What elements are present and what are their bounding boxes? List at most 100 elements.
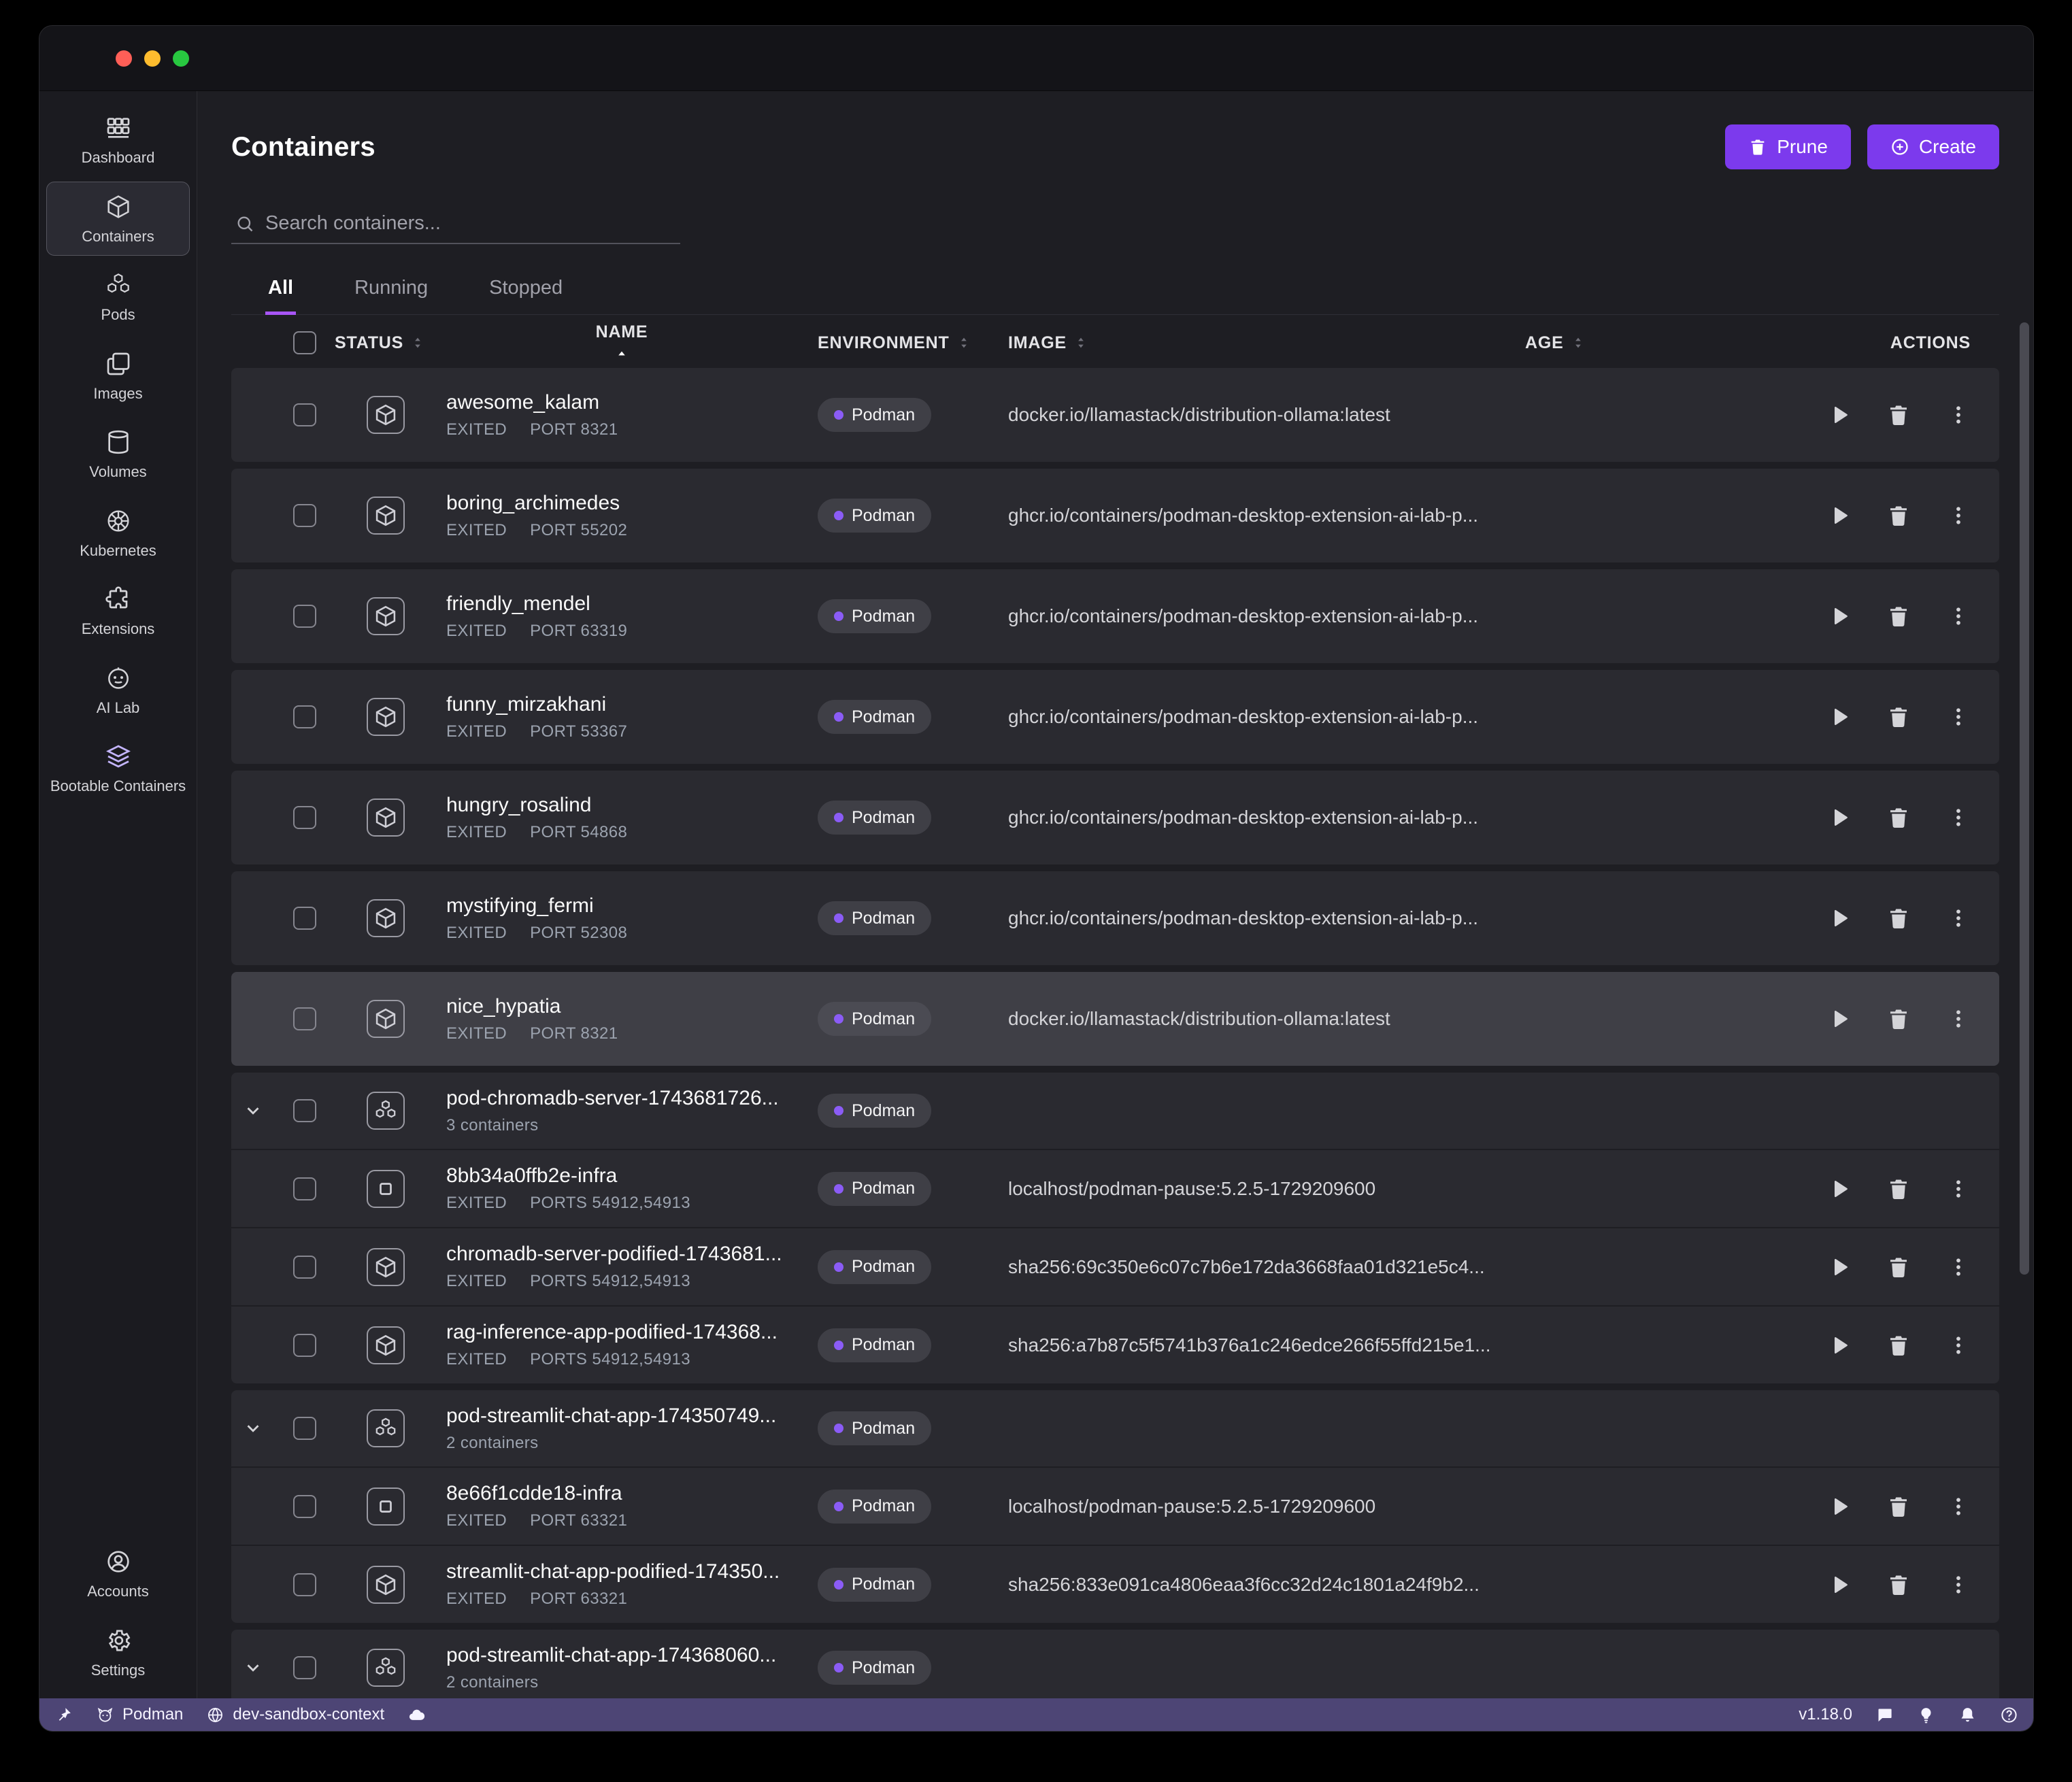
row-checkbox[interactable] xyxy=(293,705,316,728)
sidebar-item-ai-lab[interactable]: AI Lab xyxy=(46,653,190,728)
container-row[interactable]: nice_hypatiaEXITEDPORT 8321Podmandocker.… xyxy=(231,972,1999,1066)
column-status[interactable]: STATUS xyxy=(335,333,437,353)
zoom-window-button[interactable] xyxy=(173,50,189,67)
more-options-button[interactable] xyxy=(1946,604,1971,628)
sidebar-item-containers[interactable]: Containers xyxy=(46,182,190,256)
play-button[interactable] xyxy=(1826,1177,1851,1201)
delete-button[interactable] xyxy=(1886,1007,1911,1031)
more-options-button[interactable] xyxy=(1946,705,1971,729)
minimize-window-button[interactable] xyxy=(144,50,161,67)
row-name[interactable]: awesome_kalam xyxy=(446,391,797,414)
row-name[interactable]: funny_mirzakhani xyxy=(446,693,797,716)
more-options-button[interactable] xyxy=(1946,1333,1971,1358)
container-row[interactable]: streamlit-chat-app-podified-174350...EXI… xyxy=(231,1545,1999,1623)
row-checkbox[interactable] xyxy=(293,605,316,628)
play-button[interactable] xyxy=(1826,1494,1851,1519)
play-button[interactable] xyxy=(1826,403,1851,427)
row-name[interactable]: rag-inference-app-podified-174368... xyxy=(446,1321,797,1344)
pod-row[interactable]: pod-chromadb-server-1743681726...3 conta… xyxy=(231,1073,1999,1149)
kube-context[interactable]: dev-sandbox-context xyxy=(206,1705,384,1724)
more-options-button[interactable] xyxy=(1946,503,1971,528)
row-name[interactable]: pod-streamlit-chat-app-174350749... xyxy=(446,1405,797,1428)
delete-button[interactable] xyxy=(1886,604,1911,628)
row-name[interactable]: streamlit-chat-app-podified-174350... xyxy=(446,1560,797,1583)
close-window-button[interactable] xyxy=(116,50,132,67)
container-row[interactable]: boring_archimedesEXITEDPORT 55202Podmang… xyxy=(231,469,1999,562)
play-button[interactable] xyxy=(1826,705,1851,729)
delete-button[interactable] xyxy=(1886,403,1911,427)
sidebar-item-volumes[interactable]: Volumes xyxy=(46,417,190,492)
row-name[interactable]: boring_archimedes xyxy=(446,492,797,515)
row-checkbox[interactable] xyxy=(293,1334,316,1357)
ideas-icon[interactable] xyxy=(1917,1706,1935,1724)
row-name[interactable]: friendly_mendel xyxy=(446,592,797,616)
sidebar-item-settings[interactable]: Settings xyxy=(46,1615,190,1690)
chevron-down-icon[interactable] xyxy=(243,1418,263,1439)
row-checkbox[interactable] xyxy=(293,1177,316,1200)
play-button[interactable] xyxy=(1826,1255,1851,1279)
scrollbar-thumb[interactable] xyxy=(2020,322,2029,1275)
more-options-button[interactable] xyxy=(1946,1494,1971,1519)
delete-button[interactable] xyxy=(1886,1333,1911,1358)
select-all-checkbox[interactable] xyxy=(293,331,316,354)
row-checkbox[interactable] xyxy=(293,1417,316,1440)
row-checkbox[interactable] xyxy=(293,1656,316,1679)
provider-status[interactable]: Podman xyxy=(96,1705,183,1724)
row-name[interactable]: nice_hypatia xyxy=(446,995,797,1018)
container-row[interactable]: awesome_kalamEXITEDPORT 8321Podmandocker… xyxy=(231,368,1999,462)
row-name[interactable]: pod-streamlit-chat-app-174368060... xyxy=(446,1644,797,1667)
row-name[interactable]: 8bb34a0ffb2e-infra xyxy=(446,1164,797,1188)
delete-button[interactable] xyxy=(1886,805,1911,830)
help-icon[interactable] xyxy=(2000,1706,2018,1724)
row-checkbox[interactable] xyxy=(293,1495,316,1518)
play-button[interactable] xyxy=(1826,1573,1851,1597)
sidebar-item-bootable-containers[interactable]: Bootable Containers xyxy=(46,731,190,806)
notifications-icon[interactable] xyxy=(1958,1706,1977,1724)
row-checkbox[interactable] xyxy=(293,403,316,426)
tab-stopped[interactable]: Stopped xyxy=(486,269,565,314)
row-name[interactable]: chromadb-server-podified-1743681... xyxy=(446,1243,797,1266)
container-row[interactable]: hungry_rosalindEXITEDPORT 54868Podmanghc… xyxy=(231,771,1999,864)
container-row[interactable]: funny_mirzakhaniEXITEDPORT 53367Podmangh… xyxy=(231,670,1999,764)
row-checkbox[interactable] xyxy=(293,806,316,829)
column-environment[interactable]: ENVIRONMENT xyxy=(818,333,1008,353)
sidebar-item-accounts[interactable]: Accounts xyxy=(46,1536,190,1611)
row-name[interactable]: hungry_rosalind xyxy=(446,794,797,817)
delete-button[interactable] xyxy=(1886,906,1911,930)
pod-row[interactable]: pod-streamlit-chat-app-174350749...2 con… xyxy=(231,1390,1999,1466)
container-row[interactable]: 8e66f1cdde18-infraEXITEDPORT 63321Podman… xyxy=(231,1466,1999,1545)
row-checkbox[interactable] xyxy=(293,1573,316,1596)
delete-button[interactable] xyxy=(1886,705,1911,729)
pin-icon[interactable] xyxy=(54,1706,73,1724)
column-name[interactable]: NAME xyxy=(437,322,818,363)
chevron-down-icon[interactable] xyxy=(243,1100,263,1121)
more-options-button[interactable] xyxy=(1946,403,1971,427)
play-button[interactable] xyxy=(1826,604,1851,628)
more-options-button[interactable] xyxy=(1946,1255,1971,1279)
cloud-icon[interactable] xyxy=(407,1706,426,1724)
sidebar-item-pods[interactable]: Pods xyxy=(46,260,190,335)
container-row[interactable]: rag-inference-app-podified-174368...EXIT… xyxy=(231,1305,1999,1383)
row-checkbox[interactable] xyxy=(293,1256,316,1279)
delete-button[interactable] xyxy=(1886,1494,1911,1519)
play-button[interactable] xyxy=(1826,805,1851,830)
create-button[interactable]: Create xyxy=(1867,124,1999,169)
row-name[interactable]: mystifying_fermi xyxy=(446,894,797,918)
more-options-button[interactable] xyxy=(1946,1573,1971,1597)
feedback-icon[interactable] xyxy=(1875,1706,1894,1724)
play-button[interactable] xyxy=(1826,503,1851,528)
delete-button[interactable] xyxy=(1886,1573,1911,1597)
container-row[interactable]: 8bb34a0ffb2e-infraEXITEDPORTS 54912,5491… xyxy=(231,1149,1999,1227)
prune-button[interactable]: Prune xyxy=(1725,124,1851,169)
container-row[interactable]: mystifying_fermiEXITEDPORT 52308Podmangh… xyxy=(231,871,1999,965)
delete-button[interactable] xyxy=(1886,503,1911,528)
search-box[interactable] xyxy=(231,207,680,244)
chevron-down-icon[interactable] xyxy=(243,1658,263,1678)
tab-all[interactable]: All xyxy=(265,269,296,315)
sidebar-item-extensions[interactable]: Extensions xyxy=(46,574,190,649)
tab-running[interactable]: Running xyxy=(352,269,431,314)
sidebar-item-images[interactable]: Images xyxy=(46,339,190,414)
row-checkbox[interactable] xyxy=(293,907,316,930)
play-button[interactable] xyxy=(1826,1007,1851,1031)
more-options-button[interactable] xyxy=(1946,906,1971,930)
